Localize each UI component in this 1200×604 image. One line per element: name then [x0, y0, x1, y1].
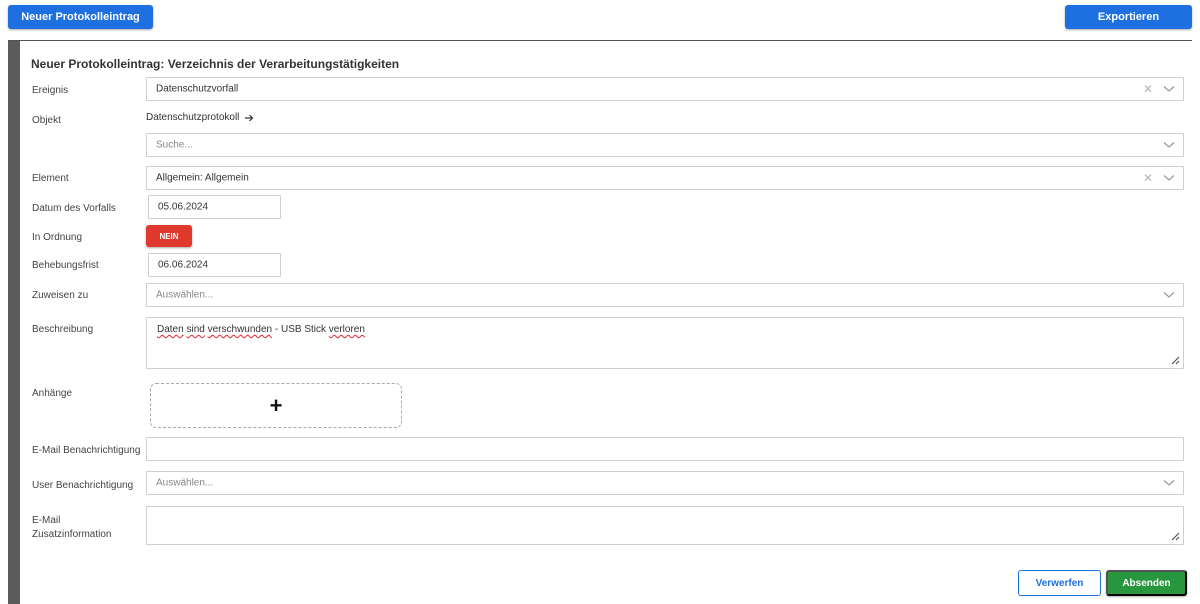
- element-value: Allgemein: Allgemein: [156, 172, 249, 184]
- beschreibung-label: Beschreibung: [32, 324, 94, 335]
- zuweisen-label: Zuweisen zu: [32, 290, 89, 301]
- panel-side-bar: [8, 41, 20, 604]
- element-label: Element: [32, 173, 69, 184]
- beschreibung-textarea[interactable]: Daten sind verschwunden - USB Stick verl…: [146, 317, 1184, 369]
- user-benachrichtigung-placeholder: Auswählen...: [156, 477, 214, 489]
- email-benachrichtigung-label: E-Mail Benachrichtigung: [32, 445, 141, 456]
- objekt-label: Objekt: [32, 115, 61, 126]
- arrow-right-icon: [245, 114, 254, 121]
- datum-label: Datum des Vorfalls: [32, 203, 116, 214]
- resize-handle-icon[interactable]: [1170, 531, 1180, 541]
- submit-button[interactable]: Absenden: [1106, 570, 1187, 596]
- objekt-link-text: Datenschutzprotokoll: [146, 112, 240, 123]
- behebungsfrist-label: Behebungsfrist: [32, 260, 99, 271]
- objekt-search-placeholder: Suche...: [156, 139, 193, 151]
- chevron-down-icon[interactable]: [1163, 479, 1175, 487]
- chevron-down-icon[interactable]: [1163, 85, 1175, 93]
- user-benachrichtigung-select[interactable]: Auswählen...: [146, 471, 1184, 495]
- export-button[interactable]: Exportieren: [1065, 5, 1192, 29]
- add-attachment-dropzone[interactable]: +: [150, 383, 402, 428]
- in-ordnung-toggle[interactable]: NEIN: [146, 225, 192, 247]
- beschreibung-value: Daten sind verschwunden - USB Stick verl…: [157, 324, 365, 335]
- objekt-search-select[interactable]: Suche...: [146, 133, 1184, 157]
- user-benachrichtigung-label: User Benachrichtigung: [32, 480, 134, 491]
- chevron-down-icon[interactable]: [1163, 174, 1175, 182]
- datum-value: 05.06.2024: [158, 201, 209, 213]
- element-select[interactable]: Allgemein: Allgemein ✕: [146, 166, 1184, 190]
- resize-handle-icon[interactable]: [1170, 355, 1180, 365]
- clear-icon[interactable]: ✕: [1143, 83, 1153, 95]
- chevron-down-icon[interactable]: [1163, 291, 1175, 299]
- objekt-link[interactable]: Datenschutzprotokoll: [146, 112, 254, 123]
- ereignis-select[interactable]: Datenschutzvorfall ✕: [146, 77, 1184, 101]
- zuweisen-placeholder: Auswählen...: [156, 289, 214, 301]
- ereignis-value: Datenschutzvorfall: [156, 83, 239, 95]
- email-benachrichtigung-input[interactable]: [146, 437, 1184, 461]
- chevron-down-icon[interactable]: [1163, 141, 1175, 149]
- behebungsfrist-input[interactable]: 06.06.2024: [148, 253, 281, 277]
- anhaenge-label: Anhänge: [32, 388, 73, 399]
- behebungsfrist-value: 06.06.2024: [158, 259, 209, 271]
- form-title: Neuer Protokolleintrag: Verzeichnis der …: [31, 57, 400, 71]
- in-ordnung-label: In Ordnung: [32, 232, 83, 243]
- discard-button[interactable]: Verwerfen: [1018, 570, 1101, 596]
- clear-icon[interactable]: ✕: [1143, 172, 1153, 184]
- new-entry-button[interactable]: Neuer Protokolleintrag: [8, 5, 153, 29]
- ereignis-label: Ereignis: [32, 85, 69, 96]
- email-zusatz-label: E-Mail Zusatzinformation: [32, 515, 112, 540]
- plus-icon: +: [269, 392, 283, 418]
- email-zusatz-textarea[interactable]: [146, 506, 1184, 545]
- zuweisen-select[interactable]: Auswählen...: [146, 283, 1184, 307]
- datum-input[interactable]: 05.06.2024: [148, 195, 281, 219]
